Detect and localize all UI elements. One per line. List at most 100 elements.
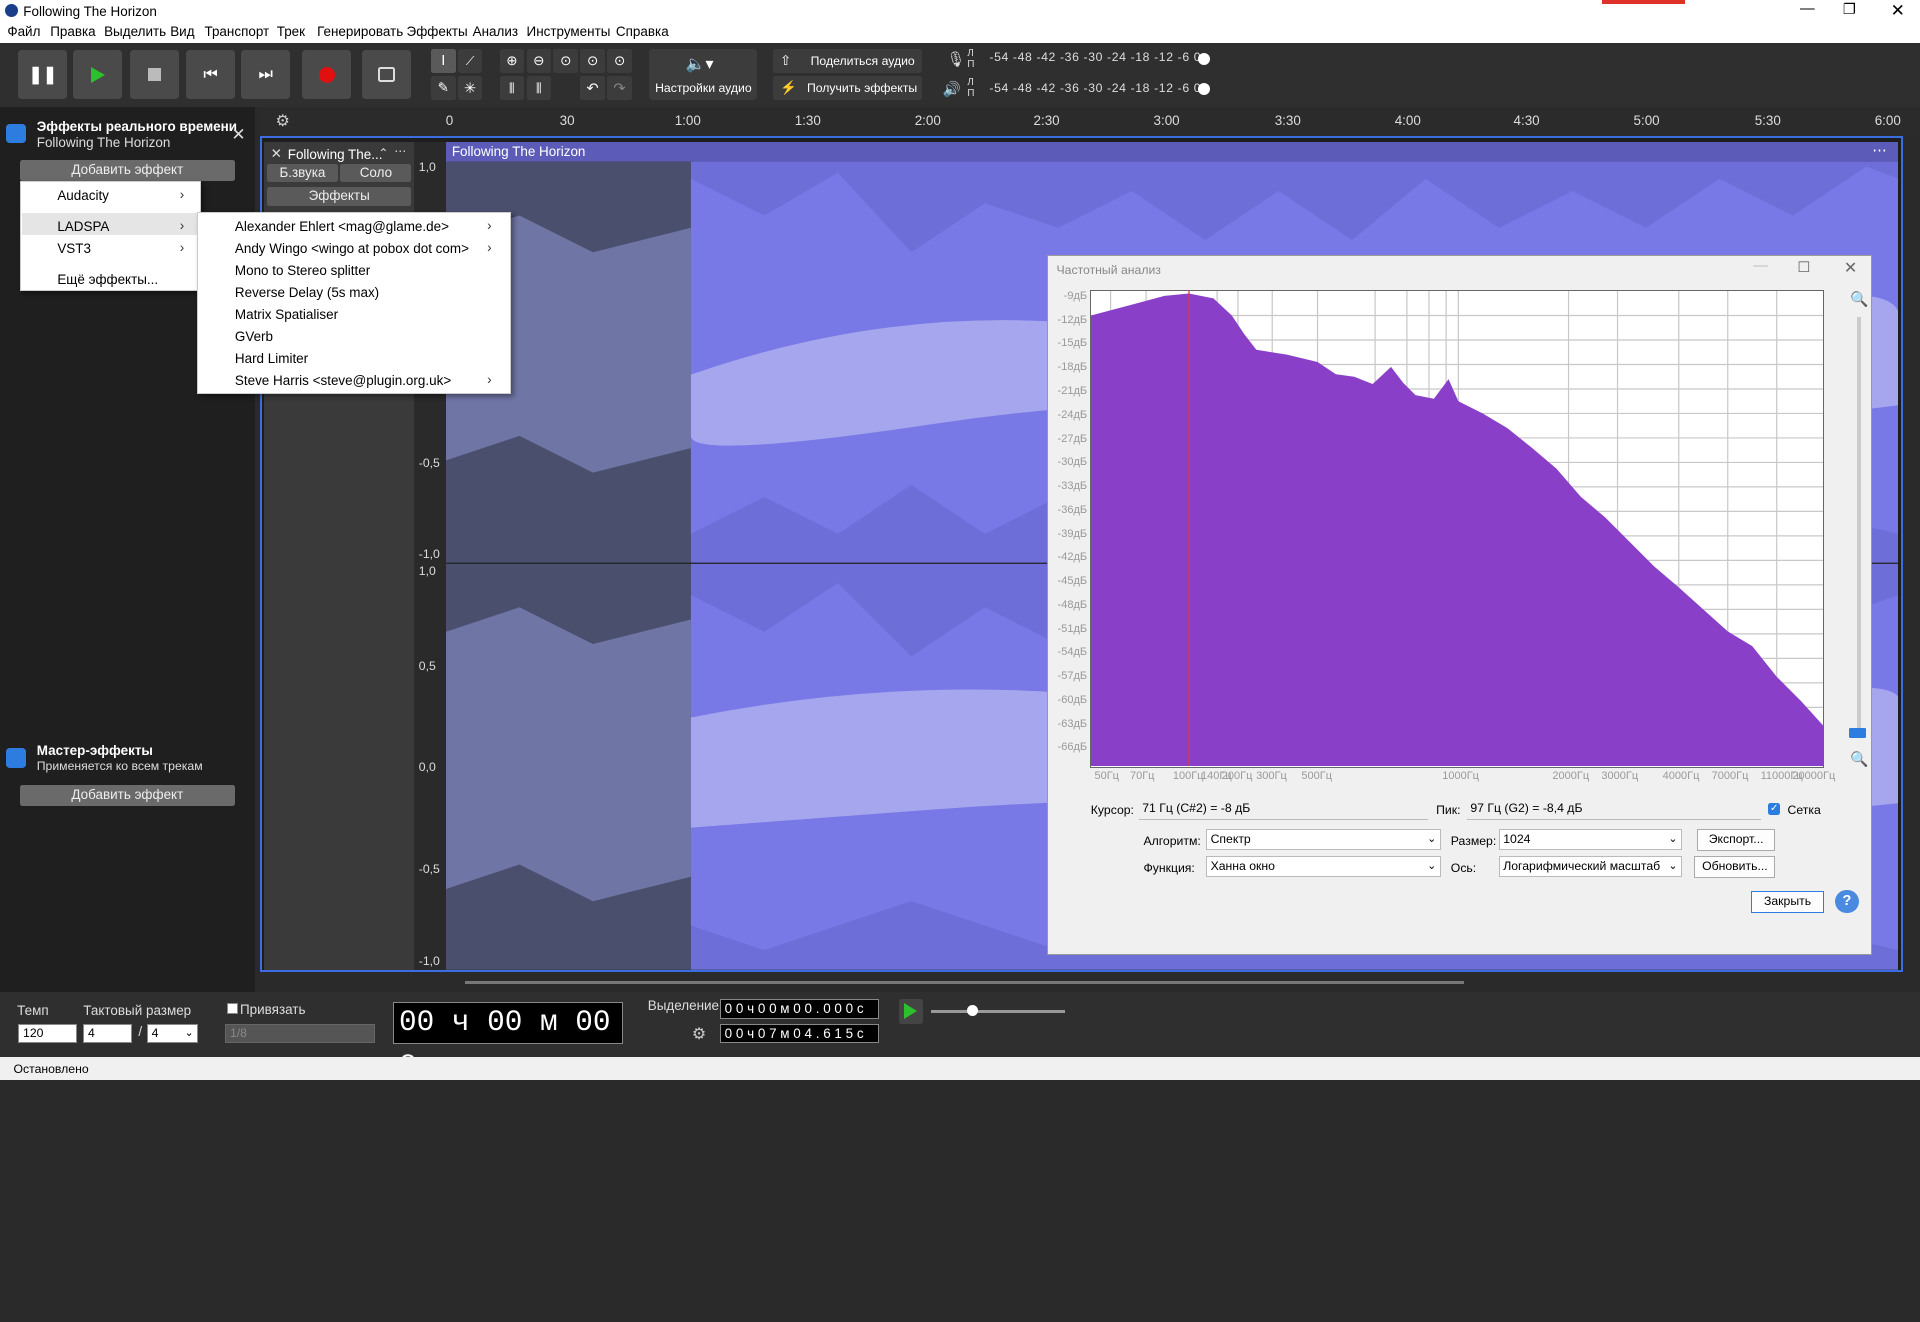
playback-meter[interactable]: -54 -48 -42 -36 -30 -24 -18 -12 -6 0 (989, 81, 1201, 98)
close-icon[interactable]: ✕ (1891, 0, 1905, 21)
zoom-toggle-button[interactable]: ⊙ (607, 48, 632, 74)
zoom-in-button[interactable]: ⊕ (499, 48, 525, 74)
track-name[interactable]: Following The... (288, 147, 383, 162)
menu-effects[interactable]: Эффекты (407, 24, 468, 39)
time-signature-numerator[interactable]: 4 (83, 1023, 133, 1044)
solo-button[interactable]: Соло (340, 164, 412, 183)
record-meter[interactable]: -54 -48 -42 -36 -30 -24 -18 -12 -6 0 (989, 50, 1201, 67)
menu-item-audacity[interactable]: Audacity (57, 188, 109, 203)
refresh-button[interactable]: Обновить... (1694, 855, 1776, 878)
menu-help[interactable]: Справка (616, 24, 669, 39)
skip-end-button[interactable]: ⏭ (241, 50, 291, 100)
export-button[interactable]: Экспорт... (1696, 828, 1776, 851)
track-effects-button[interactable]: Эффекты (266, 187, 412, 206)
timeline-settings-icon[interactable]: ⚙ (276, 111, 290, 131)
menu-generate[interactable]: Генерировать (317, 24, 403, 39)
zoom-out-icon[interactable]: 🔍 (1850, 750, 1868, 768)
grid-checkbox[interactable]: ✓ (1767, 803, 1781, 816)
size-select[interactable]: 1024 ⌄ (1498, 828, 1683, 850)
submenu-item[interactable]: Andy Wingo <wingo at pobox dot com> (235, 241, 469, 256)
submenu-item[interactable]: Reverse Delay (5s max) (235, 285, 379, 300)
time-display[interactable]: 00 ч 00 м 00 с (393, 1001, 624, 1079)
speaker-output-icon[interactable]: 🔊 (943, 80, 961, 98)
function-select[interactable]: Ханна окно ⌄ (1205, 855, 1441, 877)
record-meter-knob[interactable] (1197, 52, 1210, 65)
menu-transport[interactable]: Транспорт (204, 24, 269, 39)
record-button[interactable] (302, 50, 352, 100)
get-effects-button[interactable]: ⚡ Получить эффекты (772, 75, 923, 101)
submenu-item[interactable]: Mono to Stereo splitter (235, 263, 370, 278)
submenu-item[interactable]: Matrix Spatialiser (235, 307, 338, 322)
fit-project-button[interactable]: ⊙ (580, 48, 605, 74)
collapse-icon[interactable]: ⌃ (378, 146, 388, 160)
silence-button[interactable]: ⫼ (526, 75, 552, 101)
restore-icon[interactable]: ❐ (1843, 1, 1856, 18)
play-button[interactable] (73, 50, 123, 100)
stop-button[interactable] (129, 50, 179, 100)
zoom-out-button[interactable]: ⊖ (526, 48, 552, 74)
dialog-minimize-icon[interactable]: — (1753, 258, 1768, 274)
menu-file[interactable]: Файл (7, 24, 40, 39)
clip-title[interactable]: Following The Horizon (452, 144, 586, 159)
menu-edit[interactable]: Правка (50, 24, 95, 39)
menu-view[interactable]: Вид (170, 24, 194, 39)
master-power-icon[interactable] (6, 748, 26, 768)
submenu-item[interactable]: Alexander Ehlert <mag@glame.de> (235, 219, 449, 234)
close-button[interactable]: Закрыть (1750, 891, 1825, 914)
menu-item-vst3[interactable]: VST3 (57, 241, 91, 256)
selection-end[interactable]: 0 0 ч 0 7 м 0 4 . 6 1 5 с (720, 1023, 880, 1044)
close-panel-icon[interactable]: ✕ (231, 124, 245, 145)
timeline-ruler[interactable]: ⚙ 0 30 1:00 1:30 2:00 2:30 3:00 3:30 4:0… (259, 106, 1920, 136)
menu-select[interactable]: Выделить (104, 24, 166, 39)
fit-selection-button[interactable]: ⊙ (553, 48, 578, 74)
zoom-in-icon[interactable]: 🔍 (1850, 290, 1868, 308)
undo-button[interactable]: ↶ (580, 75, 605, 101)
time-signature-denominator[interactable]: 4 ⌄ (146, 1023, 199, 1044)
tempo-input[interactable]: 120 (18, 1023, 78, 1044)
menu-track[interactable]: Трек (277, 24, 305, 39)
envelope-tool-button[interactable]: ⟋ (457, 48, 483, 74)
trim-button[interactable]: ⫼ (499, 75, 525, 101)
microphone-icon[interactable]: 🎙 (947, 50, 966, 68)
track-menu-icon[interactable]: ⋯ (394, 144, 406, 158)
snap-select[interactable]: 1/8 (225, 1023, 375, 1044)
mute-button[interactable]: Б.звука (266, 164, 338, 183)
dialog-close-icon[interactable]: ✕ (1844, 258, 1857, 278)
master-add-effect-button[interactable]: Добавить эффект (19, 784, 236, 806)
axis-select[interactable]: Логарифмический масштаб ⌄ (1498, 855, 1683, 877)
selection-settings-icon[interactable]: ⚙ (692, 1024, 706, 1044)
multi-tool-button[interactable]: ✳ (457, 75, 483, 101)
submenu-item[interactable]: Hard Limiter (235, 351, 308, 366)
speed-slider-thumb[interactable] (967, 1005, 979, 1017)
redo-button[interactable]: ↷ (607, 75, 632, 101)
add-effect-button[interactable]: Добавить эффект (19, 160, 236, 182)
menu-item-more-effects[interactable]: Ещё эффекты... (57, 272, 158, 287)
submenu-item[interactable]: Steve Harris <steve@plugin.org.uk> (235, 373, 451, 388)
submenu-item[interactable]: GVerb (235, 329, 273, 344)
skip-start-button[interactable]: ⏮ (186, 50, 236, 100)
clip-menu-icon[interactable]: ⋯ (1872, 142, 1887, 159)
share-audio-button[interactable]: ⇧ Поделиться аудио (772, 48, 923, 74)
speed-slider-track[interactable] (930, 1010, 1066, 1013)
minimize-icon[interactable]: — (1800, 1, 1815, 17)
close-track-icon[interactable]: ✕ (271, 146, 282, 162)
select-tool-button[interactable]: I (431, 48, 456, 74)
playback-meter-knob[interactable] (1197, 83, 1210, 96)
audio-settings-button[interactable]: 🔈▾ Настройки аудио (648, 48, 757, 101)
help-icon[interactable]: ? (1835, 889, 1859, 914)
menu-tools[interactable]: Инструменты (527, 24, 611, 39)
pause-button[interactable]: ❚❚ (18, 50, 68, 100)
algorithm-select[interactable]: Спектр ⌄ (1205, 828, 1441, 850)
snap-checkbox[interactable] (226, 1002, 238, 1014)
dialog-maximize-icon[interactable]: ☐ (1797, 259, 1810, 276)
zoom-slider-thumb[interactable] (1848, 728, 1866, 739)
spectrum-plot[interactable] (1089, 289, 1825, 768)
draw-tool-button[interactable]: ✎ (431, 75, 456, 101)
loop-button[interactable] (362, 50, 412, 100)
menu-item-ladspa[interactable]: LADSPA (57, 219, 109, 234)
zoom-slider-track[interactable] (1857, 316, 1861, 734)
horizontal-scrollbar[interactable] (450, 972, 1903, 992)
selection-start[interactable]: 0 0 ч 0 0 м 0 0 . 0 0 0 с (720, 999, 880, 1019)
menu-analyze[interactable]: Анализ (473, 24, 518, 39)
scrollbar-thumb[interactable] (465, 980, 1465, 985)
